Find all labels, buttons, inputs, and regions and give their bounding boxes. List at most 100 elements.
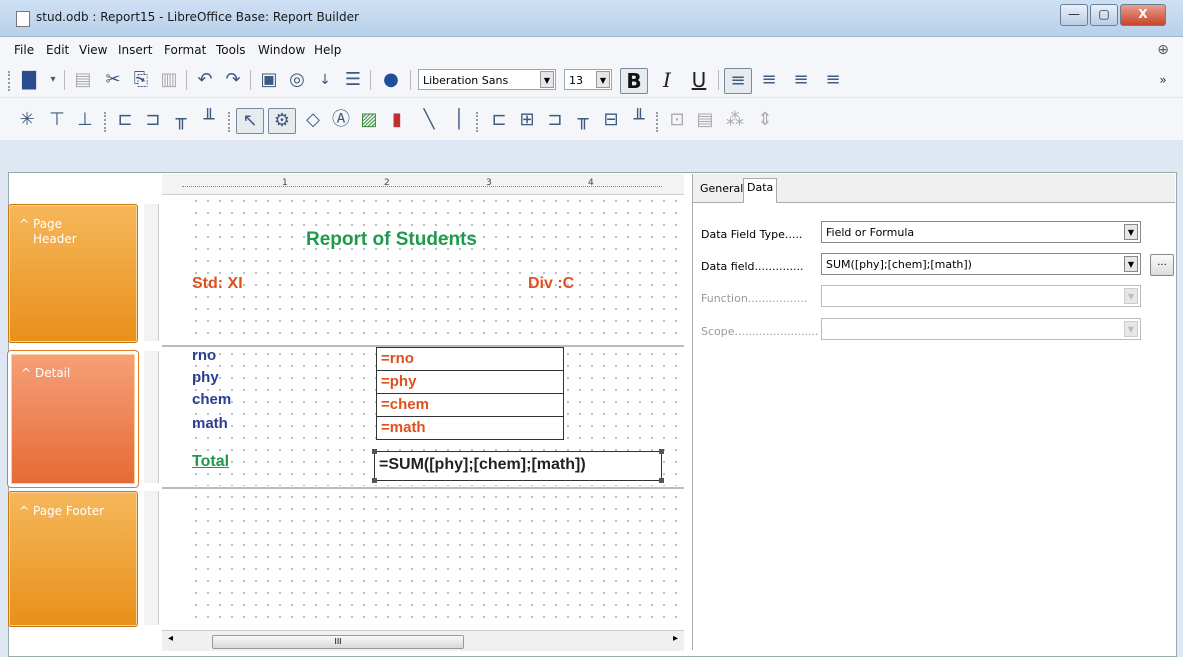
chart-icon[interactable]: ▮: [384, 108, 410, 132]
div-label[interactable]: Div :C: [528, 275, 574, 293]
menu-help[interactable]: Help: [314, 43, 341, 57]
menu-format[interactable]: Format: [164, 43, 206, 57]
shrink-left-icon[interactable]: ⊏: [486, 108, 512, 132]
undo-icon[interactable]: ↶: [192, 68, 218, 92]
label-icon[interactable]: ◇: [300, 108, 326, 132]
field-phy[interactable]: =phy: [376, 370, 564, 394]
collapse-icon[interactable]: ^: [21, 366, 31, 380]
spread-icon[interactable]: ⁂: [722, 108, 748, 132]
scroll-right-icon[interactable]: ▸: [673, 633, 678, 644]
field-chem[interactable]: =chem: [376, 393, 564, 417]
shrink-right-icon[interactable]: ⊐: [542, 108, 568, 132]
label-chem[interactable]: chem: [192, 391, 231, 408]
align-bottom-objects-icon[interactable]: ╨: [196, 108, 222, 132]
shrink-top-icon[interactable]: ╥: [570, 108, 596, 132]
scroll-thumb[interactable]: III: [212, 635, 464, 649]
chevron-down-icon[interactable]: ▼: [1124, 288, 1138, 304]
tab-general[interactable]: General: [697, 180, 746, 197]
chevron-down-icon[interactable]: ▼: [1124, 321, 1138, 337]
cut-icon[interactable]: ✂: [100, 68, 126, 92]
std-label[interactable]: Std: XI: [192, 275, 243, 293]
title-bar: stud.odb : Report15 - LibreOffice Base: …: [0, 0, 1183, 37]
page-header-area[interactable]: [190, 195, 680, 343]
sort-icon[interactable]: ↓: [312, 68, 338, 92]
detail-section-tab[interactable]: ^ Detail: [7, 350, 139, 488]
menu-tools[interactable]: Tools: [216, 43, 246, 57]
design-mode-icon[interactable]: ⚙: [268, 108, 296, 134]
redo-icon[interactable]: ↷: [220, 68, 246, 92]
align-center-icon[interactable]: ≡: [756, 68, 782, 92]
text-field-icon[interactable]: Ⓐ: [328, 108, 354, 132]
menu-window[interactable]: Window: [258, 43, 305, 57]
scroll-left-icon[interactable]: ◂: [168, 633, 173, 644]
label-phy[interactable]: phy: [192, 369, 219, 386]
label-math[interactable]: math: [192, 415, 228, 432]
menu-file[interactable]: File: [14, 43, 34, 57]
dropdown-arrow-icon[interactable]: ▾: [40, 68, 66, 92]
data-field-type-select[interactable]: Field or Formula ▼: [821, 221, 1141, 243]
globe-icon[interactable]: ⊕: [1157, 42, 1169, 58]
align-top-objects-icon[interactable]: ╥: [168, 108, 194, 132]
report-navigator-icon[interactable]: ☰: [340, 68, 366, 92]
equal-width-icon[interactable]: ⊡: [664, 108, 690, 132]
collapse-icon[interactable]: ^: [19, 504, 29, 518]
horizontal-line-icon[interactable]: ╲: [416, 108, 442, 132]
page-header-section-tab[interactable]: ^ Page Header: [8, 204, 138, 343]
scope-select[interactable]: ▼: [821, 318, 1141, 340]
align-right-icon[interactable]: ≡: [788, 68, 814, 92]
page-footer-section-tab[interactable]: ^ Page Footer: [8, 491, 138, 627]
align-left-icon[interactable]: ≡: [724, 68, 752, 94]
save-icon[interactable]: ▇: [16, 68, 42, 92]
minimize-button[interactable]: —: [1060, 4, 1088, 26]
vertical-line-icon[interactable]: │: [446, 108, 472, 132]
total-formula-field[interactable]: =SUM([phy];[chem];[math]): [372, 449, 664, 483]
export-icon[interactable]: ▤: [70, 68, 96, 92]
chevron-down-icon[interactable]: ▼: [1124, 224, 1138, 240]
equal-height-icon[interactable]: ▤: [692, 108, 718, 132]
align-top-icon[interactable]: ⊤: [44, 108, 70, 132]
total-label[interactable]: Total: [192, 453, 229, 471]
toolbar-grip[interactable]: [8, 71, 13, 91]
copy-icon[interactable]: ⎘: [128, 68, 154, 92]
shrink-bottom-icon[interactable]: ╨: [626, 108, 652, 132]
underline-button[interactable]: U: [686, 68, 712, 92]
distribute-icon[interactable]: ⇕: [752, 108, 778, 132]
center-vertical-icon[interactable]: ⊟: [598, 108, 624, 132]
menu-view[interactable]: View: [79, 43, 107, 57]
font-size-dropdown-icon[interactable]: ▼: [596, 71, 610, 88]
browse-button[interactable]: ...: [1150, 254, 1174, 276]
toolbar-overflow-icon[interactable]: »: [1150, 68, 1176, 92]
paste-icon[interactable]: ▥: [156, 68, 182, 92]
align-right-objects-icon[interactable]: ⊐: [140, 108, 166, 132]
align-bottom-icon[interactable]: ⊥: [72, 108, 98, 132]
page-footer-area[interactable]: [190, 491, 680, 623]
center-horizontal-icon[interactable]: ⊞: [514, 108, 540, 132]
data-field-input[interactable]: SUM([phy];[chem];[math]) ▼: [821, 253, 1141, 275]
bold-button[interactable]: B: [620, 68, 648, 94]
font-name-box[interactable]: Liberation Sans ▼: [418, 69, 556, 90]
maximize-button[interactable]: ▢: [1090, 4, 1118, 26]
report-title[interactable]: Report of Students: [306, 229, 477, 251]
field-rno[interactable]: =rno: [376, 347, 564, 371]
collapse-icon[interactable]: ^: [19, 217, 29, 231]
snap-lines-icon[interactable]: ✳: [14, 108, 40, 132]
navigator-icon[interactable]: ◎: [284, 68, 310, 92]
italic-button[interactable]: I: [654, 68, 680, 92]
chevron-down-icon[interactable]: ▼: [1124, 256, 1138, 272]
field-math[interactable]: =math: [376, 416, 564, 440]
font-size-box[interactable]: 13 ▼: [564, 69, 612, 90]
close-button[interactable]: X: [1120, 4, 1166, 26]
align-left-objects-icon[interactable]: ⊏: [112, 108, 138, 132]
label-rno[interactable]: rno: [192, 347, 216, 364]
function-select[interactable]: ▼: [821, 285, 1141, 307]
image-icon[interactable]: ▨: [356, 108, 382, 132]
add-field-icon[interactable]: ▣: [256, 68, 282, 92]
tab-data[interactable]: Data: [743, 178, 778, 203]
help-icon[interactable]: ●: [378, 68, 404, 92]
justify-icon[interactable]: ≡: [820, 68, 846, 92]
horizontal-scrollbar[interactable]: ◂ III ▸: [162, 630, 684, 651]
select-pointer-icon[interactable]: ↖: [236, 108, 264, 134]
font-name-dropdown-icon[interactable]: ▼: [540, 71, 554, 88]
menu-edit[interactable]: Edit: [46, 43, 69, 57]
menu-insert[interactable]: Insert: [118, 43, 152, 57]
